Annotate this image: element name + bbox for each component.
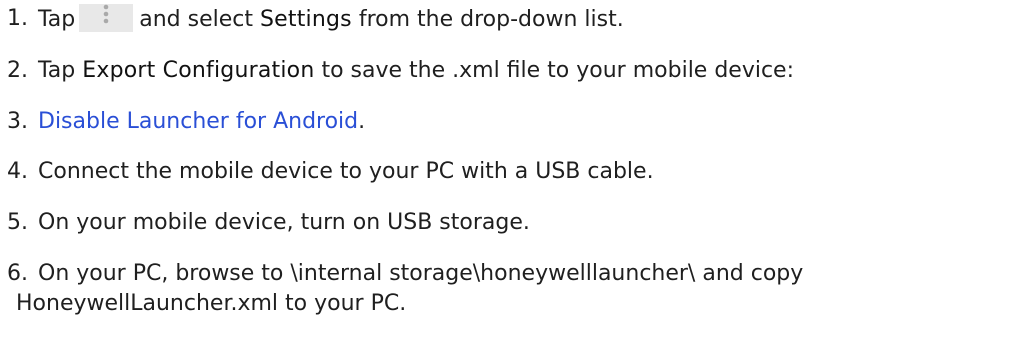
- step-text: Tap Export Configuration to save the .xm…: [38, 56, 794, 86]
- step-text-pre: Tap: [38, 7, 76, 32]
- step-text: On your PC, browse to \internal storage\…: [16, 259, 1028, 319]
- step-text-post: .: [358, 109, 366, 134]
- overflow-menu-icon: [79, 4, 134, 32]
- step-number: 3.: [7, 109, 28, 134]
- step-text-line-2: HoneywellLauncher.xml to your PC.: [16, 291, 407, 316]
- step-number: 1.: [7, 6, 28, 31]
- step-text-line-1: On your PC, browse to \internal storage\…: [38, 261, 804, 286]
- step-text-pre: Tap: [38, 58, 76, 83]
- settings-label: Settings: [260, 7, 352, 32]
- step-text: Connect the mobile device to your PC wit…: [38, 159, 654, 184]
- step-text: On your mobile device, turn on USB stora…: [38, 210, 530, 235]
- step-number: 4.: [7, 159, 28, 184]
- step-text-mid: and select: [139, 7, 253, 32]
- step-number: 2.: [7, 58, 28, 83]
- step-text-post: from the drop-down list.: [358, 7, 624, 32]
- export-configuration-label: Export Configuration: [82, 58, 315, 83]
- disable-launcher-link[interactable]: Disable Launcher for Android: [38, 109, 358, 134]
- step-text: Disable Launcher for Android.: [38, 107, 365, 137]
- step-text-post: to save the .xml file to your mobile dev…: [321, 58, 795, 83]
- step-number: 6.: [7, 261, 28, 286]
- step-text: Tap and select Settings from the drop-dow…: [38, 4, 624, 35]
- step-number: 5.: [7, 210, 28, 235]
- vertical-dots-icon: [103, 4, 109, 24]
